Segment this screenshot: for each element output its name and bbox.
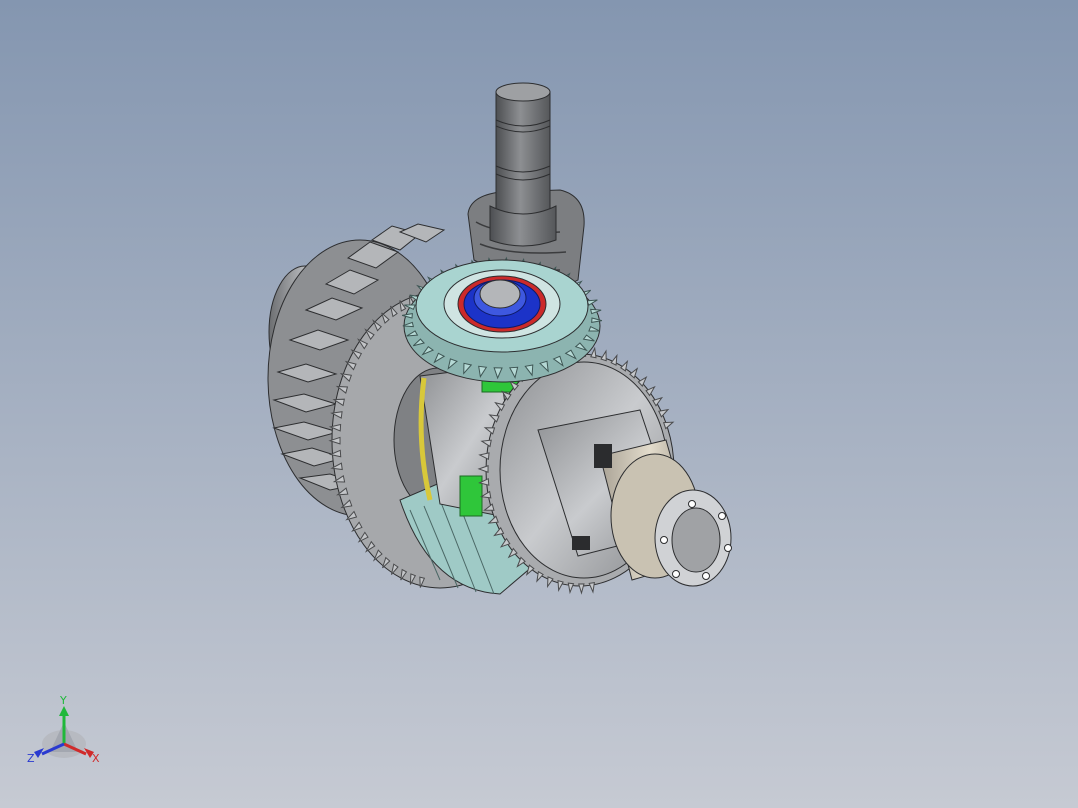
z-axis-label: Z <box>27 752 35 765</box>
gear-tooth <box>546 576 554 589</box>
y-axis-label: Y <box>59 694 67 707</box>
gear-tooth <box>578 583 585 595</box>
axis-triad: Y X Z <box>27 694 100 765</box>
x-axis-label: X <box>92 752 100 765</box>
gear-tooth <box>567 582 575 595</box>
graphics-viewport[interactable]: Y X Z <box>0 0 1078 808</box>
gear-tooth <box>663 421 675 430</box>
y-axis-arrow <box>59 706 69 716</box>
gear-tooth <box>590 346 597 359</box>
gear-tooth <box>610 353 618 366</box>
gearbox-assembly-model[interactable] <box>0 0 1078 808</box>
gear-tooth <box>557 580 564 592</box>
gear-tooth <box>600 349 607 362</box>
worm-shaft[interactable] <box>467 82 585 287</box>
gear-tooth <box>588 581 595 594</box>
